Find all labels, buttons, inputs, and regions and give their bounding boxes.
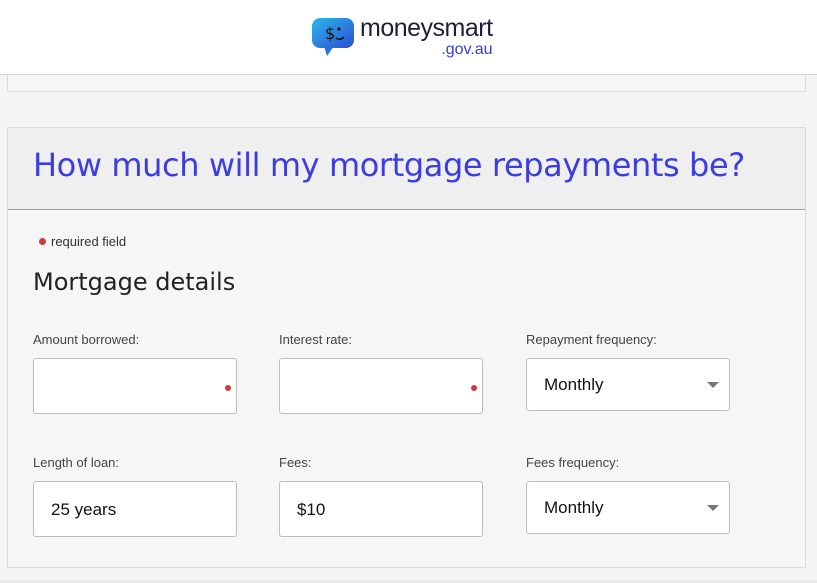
fees-label: Fees: — [279, 455, 312, 470]
brand-domain: .gov.au — [441, 41, 493, 58]
amount-borrowed-input[interactable] — [33, 358, 237, 414]
moneysmart-logo[interactable]: $ moneysmart .gov.au — [310, 16, 493, 58]
calculator-header: How much will my mortgage repayments be? — [8, 128, 805, 210]
amount-borrowed-label: Amount borrowed: — [33, 332, 140, 347]
mortgage-calculator-card: How much will my mortgage repayments be?… — [7, 127, 806, 568]
site-header: $ moneysmart .gov.au — [0, 0, 817, 75]
required-dot-icon — [225, 385, 231, 391]
fees-frequency-value: Monthly — [544, 498, 604, 517]
speech-bubble-smiley-icon: $ — [310, 16, 356, 58]
fees-frequency-select[interactable]: Monthly — [526, 481, 730, 534]
svg-text:$: $ — [325, 24, 335, 43]
chevron-down-icon — [707, 382, 719, 388]
repayment-frequency-label: Repayment frequency: — [526, 332, 657, 347]
required-note-label: required field — [51, 234, 127, 249]
brand-name: moneysmart — [360, 14, 493, 42]
repayment-frequency-value: Monthly — [544, 375, 604, 394]
fees-frequency-label: Fees frequency: — [526, 455, 620, 470]
page-title: How much will my mortgage repayments be? — [33, 146, 745, 184]
section-title: Mortgage details — [33, 268, 236, 296]
interest-rate-label: Interest rate: — [279, 332, 352, 347]
length-of-loan-value: 25 years — [51, 500, 117, 519]
required-dot-icon — [39, 238, 46, 245]
length-of-loan-label: Length of loan: — [33, 455, 120, 470]
fees-input[interactable]: $10 — [279, 481, 483, 537]
chevron-down-icon — [707, 505, 719, 511]
required-field-note: required field — [39, 234, 126, 249]
previous-panel-bottom — [7, 75, 806, 92]
required-dot-icon — [471, 385, 477, 391]
fees-value: $10 — [297, 500, 326, 519]
interest-rate-input[interactable] — [279, 358, 483, 414]
length-of-loan-input[interactable]: 25 years — [33, 481, 237, 537]
repayment-frequency-select[interactable]: Monthly — [526, 358, 730, 411]
